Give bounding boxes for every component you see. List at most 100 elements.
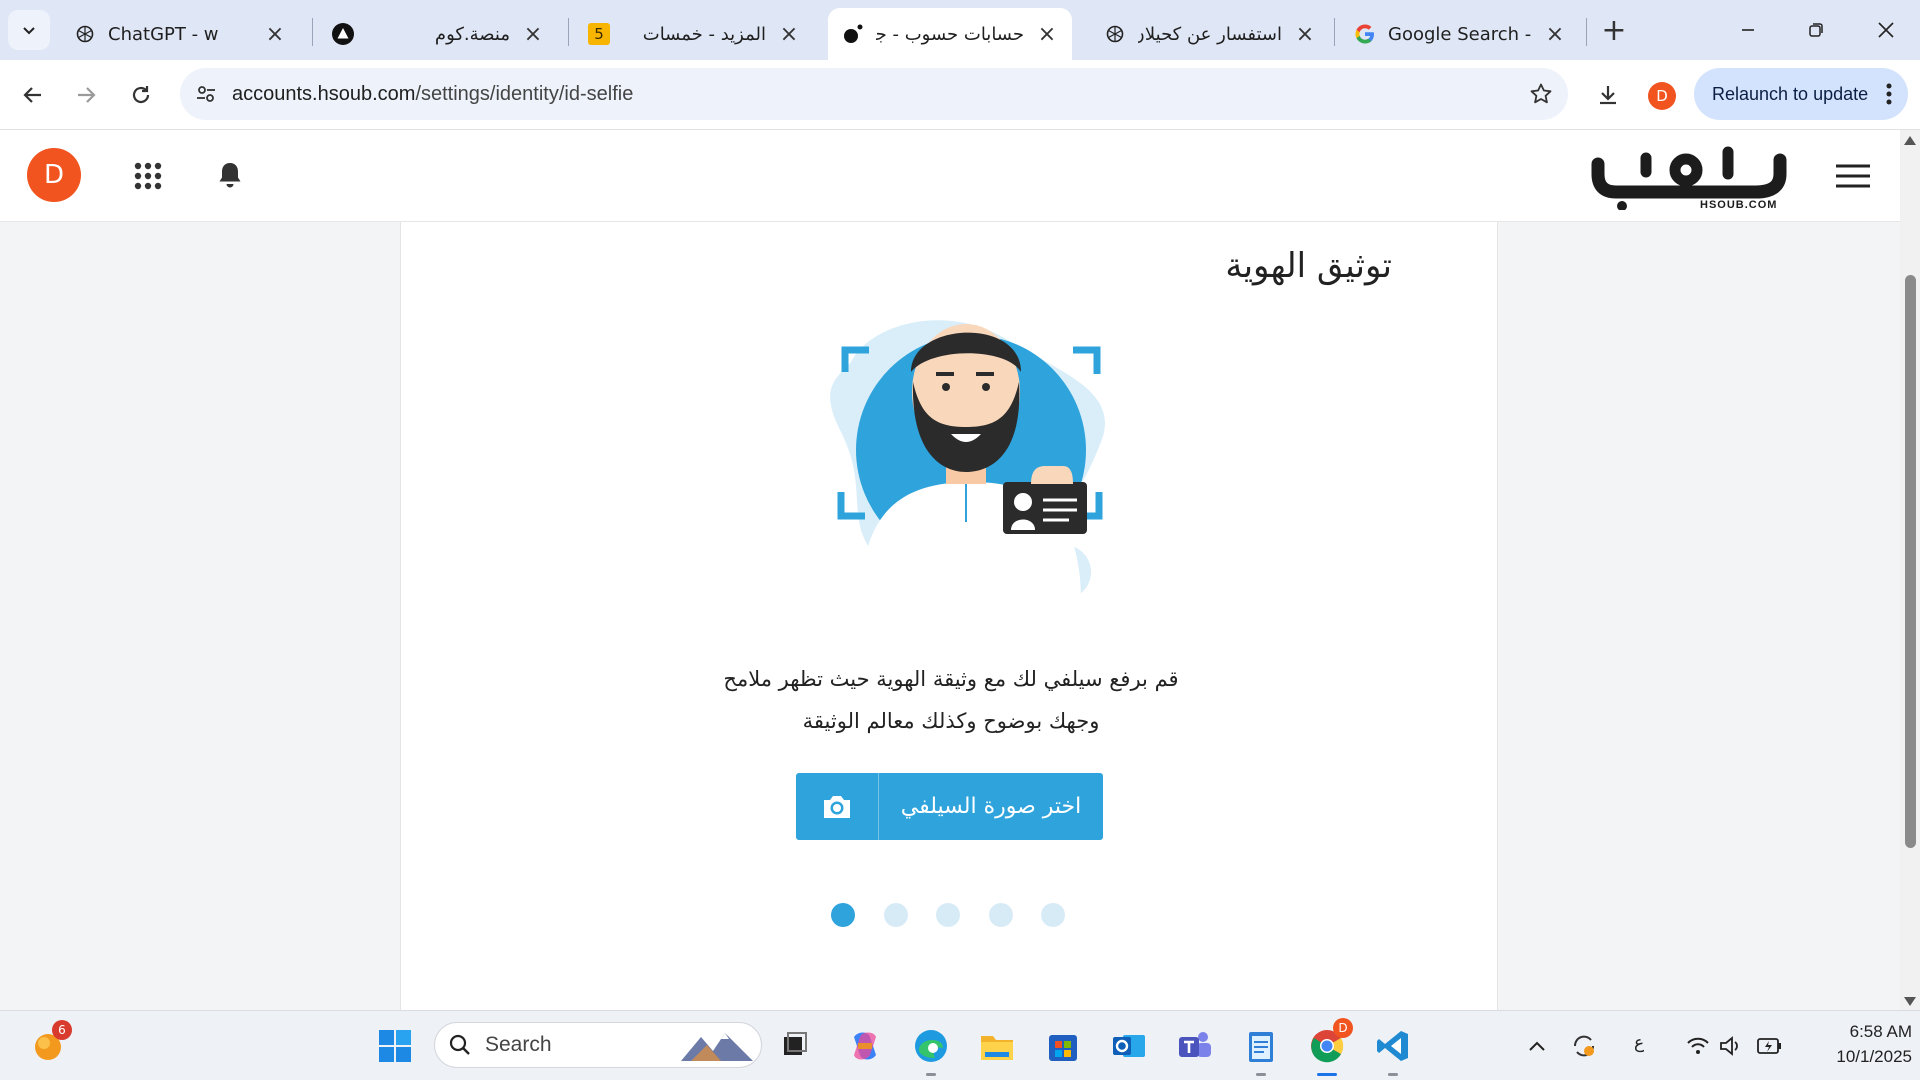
minimize-icon bbox=[1742, 29, 1754, 31]
chrome-profile-badge: D bbox=[1333, 1018, 1353, 1038]
restore-button[interactable] bbox=[1788, 8, 1844, 52]
browser-tab-google[interactable]: Google Search - ي × bbox=[1340, 8, 1580, 60]
taskbar-clock[interactable]: 6:58 AM 10/1/2025 bbox=[1800, 1019, 1912, 1069]
step-dot bbox=[1041, 903, 1065, 927]
copilot-icon bbox=[854, 1032, 876, 1060]
search-highlight-mountains-icon bbox=[681, 1033, 753, 1061]
arrow-left-icon bbox=[23, 87, 41, 103]
copilot-button[interactable] bbox=[843, 1024, 887, 1068]
back-button[interactable] bbox=[13, 75, 53, 115]
teams-button[interactable] bbox=[1173, 1024, 1217, 1068]
file-explorer-button[interactable] bbox=[975, 1024, 1019, 1068]
apps-grid-icon[interactable] bbox=[134, 162, 162, 190]
close-icon bbox=[1878, 22, 1894, 38]
forward-button[interactable] bbox=[66, 75, 106, 115]
user-avatar[interactable]: D bbox=[27, 148, 81, 202]
volume-button[interactable] bbox=[1709, 1024, 1753, 1068]
url-text: accounts.hsoub.com/settings/identity/id-… bbox=[232, 82, 634, 105]
close-window-button[interactable] bbox=[1858, 8, 1914, 52]
page-scrollbar[interactable] bbox=[1900, 130, 1920, 1010]
vscode-button[interactable] bbox=[1371, 1024, 1415, 1076]
minimize-button[interactable] bbox=[1720, 8, 1776, 52]
notification-badge: 6 bbox=[52, 1020, 72, 1040]
reload-button[interactable] bbox=[121, 75, 161, 115]
sync-status-button[interactable] bbox=[1562, 1024, 1606, 1068]
hsoub-icon bbox=[842, 23, 864, 45]
task-view-button[interactable] bbox=[773, 1024, 817, 1068]
tab-title: المزيد - خمسات bbox=[642, 23, 766, 45]
show-hidden-icons-button[interactable] bbox=[1515, 1024, 1559, 1068]
chatgpt-icon bbox=[1104, 23, 1126, 45]
page-title: توثيق الهوية bbox=[1225, 246, 1392, 286]
hamburger-menu-icon[interactable] bbox=[1836, 164, 1870, 188]
close-icon[interactable]: × bbox=[264, 22, 286, 47]
battery-button[interactable] bbox=[1748, 1024, 1792, 1068]
microsoft-store-button[interactable] bbox=[1041, 1024, 1085, 1068]
address-bar[interactable]: accounts.hsoub.com/settings/identity/id-… bbox=[180, 68, 1568, 120]
downloads-button[interactable] bbox=[1588, 75, 1628, 115]
search-icon bbox=[449, 1034, 470, 1055]
hsoub-logo[interactable]: HSOUB.COM bbox=[1588, 144, 1794, 211]
edge-button[interactable] bbox=[909, 1024, 953, 1076]
scroll-up-arrow-icon[interactable] bbox=[1904, 136, 1916, 145]
progress-steps bbox=[831, 903, 1071, 927]
outlook-button[interactable] bbox=[1107, 1024, 1151, 1068]
chevron-up-icon bbox=[1529, 1041, 1545, 1051]
browser-tab-khamsat[interactable]: 5 المزيد - خمسات × bbox=[574, 8, 814, 60]
search-placeholder: Search bbox=[485, 1033, 552, 1056]
svg-text:HSOUB.COM: HSOUB.COM bbox=[1700, 199, 1777, 210]
clock-time: 6:58 AM bbox=[1849, 1022, 1912, 1041]
browser-tab-chatgpt[interactable]: ChatGPT - w × bbox=[60, 8, 300, 60]
close-icon[interactable]: × bbox=[1036, 22, 1058, 47]
profile-avatar[interactable]: D bbox=[1648, 82, 1676, 110]
browser-tab-manasa[interactable]: منصة.كوم × bbox=[318, 8, 558, 60]
wifi-icon bbox=[1687, 1037, 1709, 1054]
bookmark-star-icon[interactable] bbox=[1528, 81, 1554, 107]
browser-tab-chatgpt-kuhailan[interactable]: استفسار عن كحيلان × bbox=[1090, 8, 1330, 60]
edge-browser-icon bbox=[915, 1030, 947, 1062]
windows-logo-icon bbox=[379, 1030, 411, 1062]
chrome-button[interactable]: D bbox=[1305, 1018, 1353, 1076]
close-icon[interactable]: × bbox=[778, 22, 800, 47]
relaunch-to-update-button[interactable]: Relaunch to update bbox=[1694, 68, 1908, 120]
browser-toolbar: accounts.hsoub.com/settings/identity/id-… bbox=[0, 60, 1920, 130]
instructions-text: قم برفع سيلفي لك مع وثيقة الهوية حيث تظه… bbox=[723, 667, 1179, 733]
close-icon[interactable]: × bbox=[522, 22, 544, 47]
more-vertical-icon bbox=[1886, 83, 1892, 105]
step-dot bbox=[831, 903, 855, 927]
restore-icon bbox=[1809, 23, 1823, 37]
browser-tab-hsoub-accounts[interactable]: حسابات حسوب - جـ × bbox=[828, 8, 1072, 60]
notification-bell-icon[interactable] bbox=[215, 160, 245, 190]
scroll-thumb[interactable] bbox=[1905, 275, 1916, 848]
start-button[interactable] bbox=[373, 1024, 417, 1068]
speaker-icon bbox=[1720, 1036, 1738, 1056]
choose-selfie-button[interactable]: اختر صورة السيلفي bbox=[796, 773, 1103, 840]
khamsat-icon: 5 bbox=[588, 23, 610, 45]
tab-search-button[interactable] bbox=[8, 10, 50, 50]
close-icon[interactable]: × bbox=[1544, 22, 1566, 47]
chatgpt-icon bbox=[74, 23, 96, 45]
notepad-icon bbox=[1249, 1032, 1273, 1062]
close-icon[interactable]: × bbox=[1294, 22, 1316, 47]
tab-title: ChatGPT - w bbox=[108, 23, 219, 45]
site-header: D HSOUB.COM bbox=[0, 130, 1900, 222]
download-icon bbox=[1600, 86, 1616, 105]
google-icon bbox=[1354, 23, 1376, 45]
windows-taskbar: 6 Search D ع 6:58 AM 10/1/2025 bbox=[0, 1010, 1920, 1080]
teams-icon bbox=[1179, 1032, 1211, 1057]
battery-charging-icon bbox=[1757, 1038, 1781, 1054]
store-icon bbox=[1049, 1035, 1077, 1061]
tab-title: Google Search - ي bbox=[1388, 23, 1532, 45]
selfie-with-id-illustration bbox=[830, 320, 1105, 602]
scroll-down-arrow-icon[interactable] bbox=[1904, 997, 1916, 1006]
taskbar-search[interactable]: Search bbox=[434, 1022, 762, 1068]
reload-icon bbox=[132, 86, 150, 104]
input-language-indicator[interactable]: ع bbox=[1634, 1033, 1644, 1053]
choose-selfie-label: اختر صورة السيلفي bbox=[900, 794, 1082, 819]
weather-widget[interactable]: 6 bbox=[26, 1020, 72, 1068]
site-settings-icon[interactable] bbox=[180, 68, 232, 120]
step-dot bbox=[936, 903, 960, 927]
chevron-down-icon bbox=[23, 27, 35, 35]
new-tab-button[interactable]: + bbox=[1598, 13, 1630, 48]
notepad-button[interactable] bbox=[1239, 1024, 1283, 1076]
